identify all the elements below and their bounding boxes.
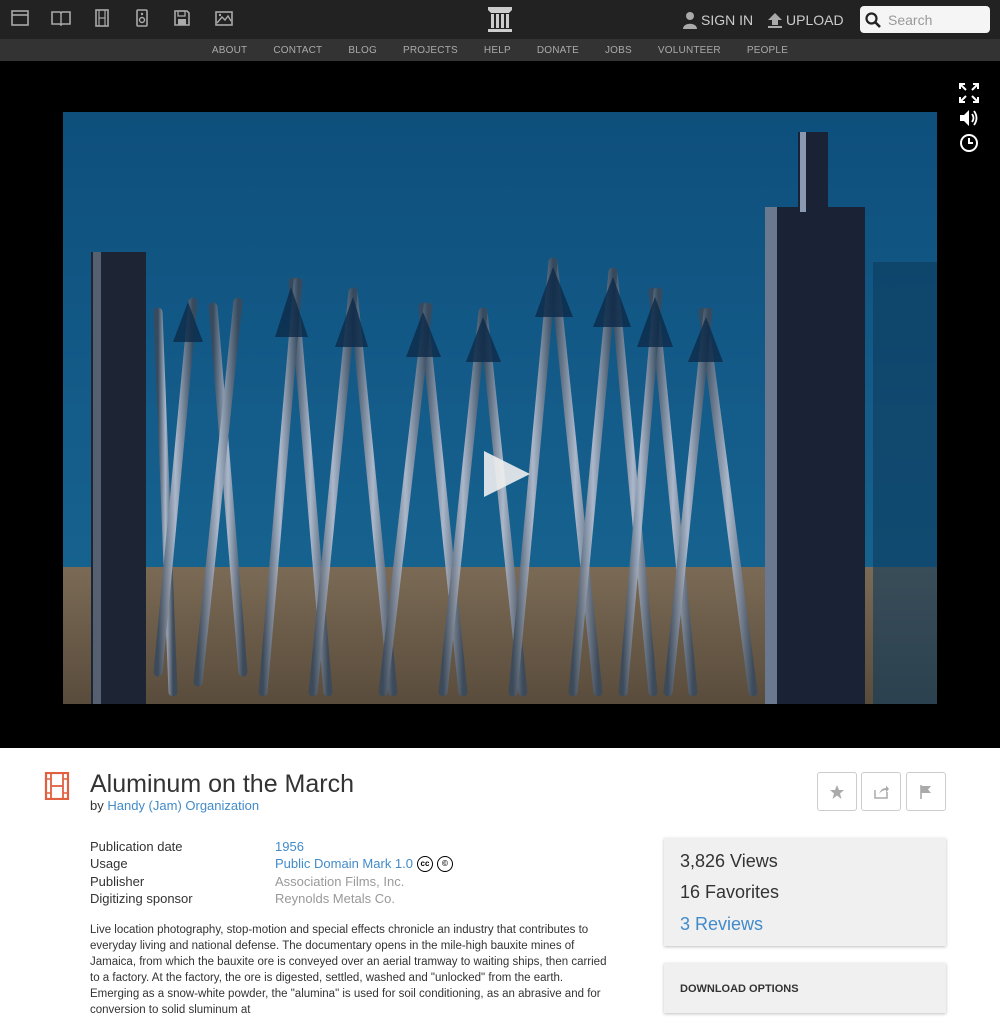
upload-label: UPLOAD (786, 12, 844, 28)
publication-date-link[interactable]: 1956 (275, 839, 304, 854)
sign-in-label: SIGN IN (701, 12, 754, 28)
nav-about[interactable]: ABOUT (212, 45, 247, 56)
sponsor-label: Digitizing sponsor (90, 891, 193, 907)
favorite-button[interactable] (817, 772, 857, 811)
archive-logo-icon[interactable] (487, 6, 513, 33)
web-icon[interactable] (9, 7, 31, 29)
creator-link[interactable]: Handy (Jam) Organization (107, 798, 259, 813)
software-icon[interactable] (171, 7, 193, 29)
search-input[interactable] (888, 11, 983, 28)
stats-panel: 3,826 Views 16 Favorites 3 Reviews (664, 838, 946, 946)
volume-icon[interactable] (958, 107, 980, 129)
nav-volunteer[interactable]: VOLUNTEER (658, 45, 721, 56)
video-player[interactable] (0, 61, 1000, 748)
nav-jobs[interactable]: JOBS (605, 45, 632, 56)
share-button[interactable] (861, 772, 901, 811)
play-icon[interactable] (482, 449, 532, 499)
upload-button[interactable]: UPLOAD (766, 10, 844, 30)
meta-row-publisher: Publisher Association Films, Inc. (90, 873, 453, 890)
meta-row-sponsor: Digitizing sponsor Reynolds Metals Co. (90, 890, 453, 907)
nav-help[interactable]: HELP (484, 45, 511, 56)
publisher-value: Association Films, Inc. (275, 873, 405, 889)
meta-row-usage: Usage Public Domain Mark 1.0 cc © (90, 855, 453, 872)
download-options-title: DOWNLOAD OPTIONS (680, 983, 799, 995)
byline: by Handy (Jam) Organization (90, 798, 259, 813)
public-domain-icon: © (437, 855, 453, 872)
user-icon (683, 12, 697, 29)
images-icon[interactable] (213, 7, 235, 29)
usage-label: Usage (90, 856, 128, 872)
video-frame[interactable] (63, 112, 937, 704)
nav-people[interactable]: PEOPLE (747, 45, 788, 56)
secondary-navigation: ABOUT CONTACT BLOG PROJECTS HELP DONATE … (0, 39, 1000, 61)
movie-icon (44, 771, 70, 801)
metadata-list: Publication date 1956 Usage Public Domai… (90, 838, 453, 907)
search-box (860, 6, 990, 33)
share-icon (874, 785, 889, 799)
item-description: Live location photography, stop-motion a… (90, 924, 607, 1016)
fullscreen-icon[interactable] (958, 82, 980, 104)
search-icon[interactable] (864, 11, 882, 29)
texts-icon[interactable] (50, 7, 72, 29)
favorites-count: 16 Favorites (680, 882, 780, 903)
usage-link[interactable]: Public Domain Mark 1.0 (275, 856, 413, 871)
speed-icon[interactable] (958, 132, 980, 154)
nav-donate[interactable]: DONATE (537, 45, 579, 56)
nav-blog[interactable]: BLOG (348, 45, 377, 56)
flag-button[interactable] (906, 772, 946, 811)
flag-icon (920, 784, 931, 799)
download-options-panel: DOWNLOAD OPTIONS (664, 963, 946, 1013)
meta-row-date: Publication date 1956 (90, 838, 453, 855)
video-icon[interactable] (91, 7, 113, 29)
nav-contact[interactable]: CONTACT (273, 45, 322, 56)
sponsor-value: Reynolds Metals Co. (275, 891, 395, 907)
cc-icon: cc (417, 855, 433, 872)
by-prefix: by (90, 798, 104, 813)
publication-date-label: Publication date (90, 839, 183, 855)
views-count: 3,826 Views (680, 851, 778, 871)
sign-in-button[interactable]: SIGN IN (681, 10, 753, 30)
item-title: Aluminum on the March (90, 770, 355, 798)
reviews-link[interactable]: 3 Reviews (680, 913, 930, 944)
top-navigation-bar: SIGN IN UPLOAD (0, 0, 1000, 39)
favorite-icon (830, 784, 844, 799)
publisher-label: Publisher (90, 873, 145, 889)
upload-icon (768, 13, 782, 28)
nav-projects[interactable]: PROJECTS (403, 45, 458, 56)
audio-icon[interactable] (131, 7, 153, 29)
